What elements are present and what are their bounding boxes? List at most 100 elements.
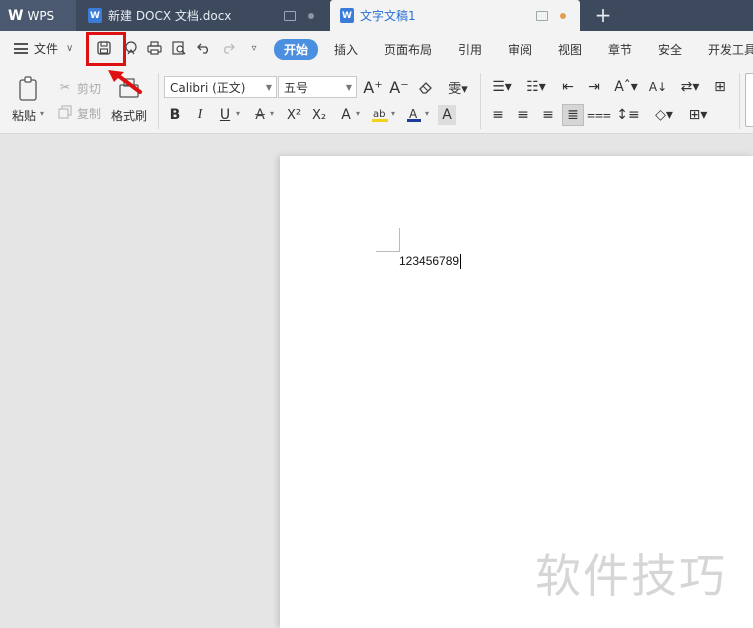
change-case-icon: Aˆ▾ [614, 79, 638, 95]
print-button[interactable] [143, 37, 165, 59]
wps-home-label: WPS [27, 8, 55, 23]
decrease-indent-icon: ⇤ [562, 79, 574, 95]
paste-button[interactable] [16, 75, 42, 103]
chevron-down-icon: ▼ [265, 82, 272, 92]
justify-icon: ≣ [567, 107, 579, 123]
phonetic-icon: 雯▾ [448, 81, 468, 97]
superscript-button[interactable]: X² [284, 105, 304, 125]
tab-security[interactable]: 安全 [658, 41, 682, 58]
increase-indent-button[interactable]: ⇥ [584, 77, 604, 97]
paste-dropdown-icon[interactable]: ▾ [40, 109, 44, 118]
ribbon-separator [480, 73, 481, 129]
document-tab-1-label: 新建 DOCX 文档.docx [108, 9, 232, 23]
align-left-button[interactable]: ≡ [488, 105, 508, 125]
numbering-button[interactable]: ☷▾ [522, 77, 550, 97]
font-name-value: Calibri (正文) [170, 80, 246, 95]
underline-dropdown-icon[interactable]: ▾ [236, 109, 240, 118]
paste-label: 粘贴 [12, 109, 37, 123]
align-center-icon: ≡ [517, 107, 529, 123]
shrink-font-icon: A⁻ [389, 77, 409, 97]
copy-icon [58, 105, 72, 119]
copy-label: 复制 [77, 107, 102, 121]
subscript-button[interactable]: X₂ [309, 105, 329, 125]
paste-icon [19, 76, 37, 101]
wps-logo-icon: W [8, 7, 24, 24]
italic-button[interactable]: I [191, 105, 209, 125]
undo-icon [197, 43, 208, 54]
tab-close-dot-icon[interactable] [308, 12, 314, 19]
tab-chapter[interactable]: 章节 [608, 41, 632, 58]
align-center-button[interactable]: ≡ [513, 105, 533, 125]
sort-button[interactable]: A↓ [648, 77, 668, 97]
print-preview-icon [171, 41, 185, 55]
file-menu-label: 文件 [34, 42, 59, 56]
grow-font-button[interactable]: A⁺ [363, 77, 383, 97]
shrink-font-button[interactable]: A⁻ [389, 77, 409, 97]
red-arrow-annotation [108, 70, 142, 94]
tab-references[interactable]: 引用 [458, 41, 482, 58]
shading-button[interactable]: ◇▾ [650, 105, 678, 125]
change-case-button[interactable]: Aˆ▾ [612, 77, 640, 97]
bullets-button[interactable]: ☰▾ [488, 77, 516, 97]
tab-insert[interactable]: 插入 [334, 41, 358, 58]
new-tab-button[interactable]: + [592, 2, 614, 28]
highlight-dropdown-icon[interactable]: ▾ [391, 109, 395, 118]
customize-toolbar-button[interactable]: ▿ [243, 37, 265, 59]
styles-gallery[interactable] [745, 73, 753, 127]
ribbon-separator [739, 73, 740, 129]
file-menu-button[interactable]: 文件 ∨ [14, 40, 73, 57]
highlight-button[interactable]: ab [370, 105, 390, 125]
redo-icon [224, 43, 235, 54]
character-shading-icon: A [442, 107, 452, 123]
decrease-indent-button[interactable]: ⇤ [558, 77, 578, 97]
grow-font-icon: A⁺ [363, 77, 383, 97]
undo-button[interactable] [193, 37, 215, 59]
font-color-icon: A [407, 107, 421, 122]
strikethrough-button[interactable]: A [251, 105, 269, 125]
font-color-button[interactable]: A [405, 105, 423, 125]
document-tab-2[interactable]: W 文字文稿1 [330, 0, 580, 31]
borders-button[interactable]: ⊞▾ [684, 105, 712, 125]
justify-button[interactable]: ≣ [562, 104, 584, 126]
tab-start[interactable]: 开始 [274, 39, 319, 60]
numbered-list-icon: ☷▾ [526, 79, 546, 95]
table-layout-icon: ⊞ [714, 79, 726, 95]
tab-unsaved-dot-icon[interactable] [560, 12, 566, 19]
align-left-icon: ≡ [492, 107, 504, 123]
bullet-list-icon: ☰▾ [492, 79, 512, 95]
underline-button[interactable]: U [216, 105, 234, 125]
phonetic-guide-button[interactable]: 雯▾ [444, 77, 472, 97]
bold-button[interactable]: B [166, 105, 184, 125]
tab-review[interactable]: 审阅 [508, 41, 532, 58]
character-shading-button[interactable]: A [438, 105, 456, 125]
copy-button[interactable] [56, 104, 74, 120]
show-marks-button[interactable]: ⊞ [710, 77, 730, 97]
tab-page-layout[interactable]: 页面布局 [384, 41, 432, 58]
strikethrough-dropdown-icon[interactable]: ▾ [270, 109, 274, 118]
redo-button[interactable] [217, 37, 239, 59]
cut-button[interactable]: ✂ [56, 79, 74, 95]
highlighter-icon: ab [372, 109, 388, 122]
print-preview-button[interactable] [168, 37, 190, 59]
distributed-button[interactable]: ⩶ [587, 105, 611, 125]
font-size-value: 五号 [284, 80, 309, 95]
align-right-button[interactable]: ≡ [538, 105, 558, 125]
text-effect-icon: A [341, 107, 351, 123]
clear-format-button[interactable] [416, 77, 436, 97]
font-size-select[interactable]: 五号 ▼ [278, 76, 357, 98]
tab-developer-tools[interactable]: 开发工具 [708, 41, 753, 58]
font-name-select[interactable]: Calibri (正文) ▼ [164, 76, 277, 98]
chevron-down-icon: ▼ [345, 82, 352, 92]
text-effect-dropdown-icon[interactable]: ▾ [356, 109, 360, 118]
document-text[interactable]: 123456789 [399, 254, 462, 270]
document-tab-1[interactable]: W 新建 DOCX 文档.docx [78, 0, 328, 31]
font-color-dropdown-icon[interactable]: ▾ [425, 109, 429, 118]
wps-home-tab[interactable]: W WPS [0, 0, 76, 31]
tab-window-icon[interactable] [536, 10, 548, 21]
pdf-icon [125, 41, 137, 55]
text-effect-button[interactable]: A [337, 105, 355, 125]
line-spacing-button[interactable]: ↕≡ [614, 105, 642, 125]
tab-window-icon[interactable] [284, 10, 296, 21]
line-spacing-swap-button[interactable]: ⇄▾ [676, 77, 704, 97]
tab-view[interactable]: 视图 [558, 41, 582, 58]
